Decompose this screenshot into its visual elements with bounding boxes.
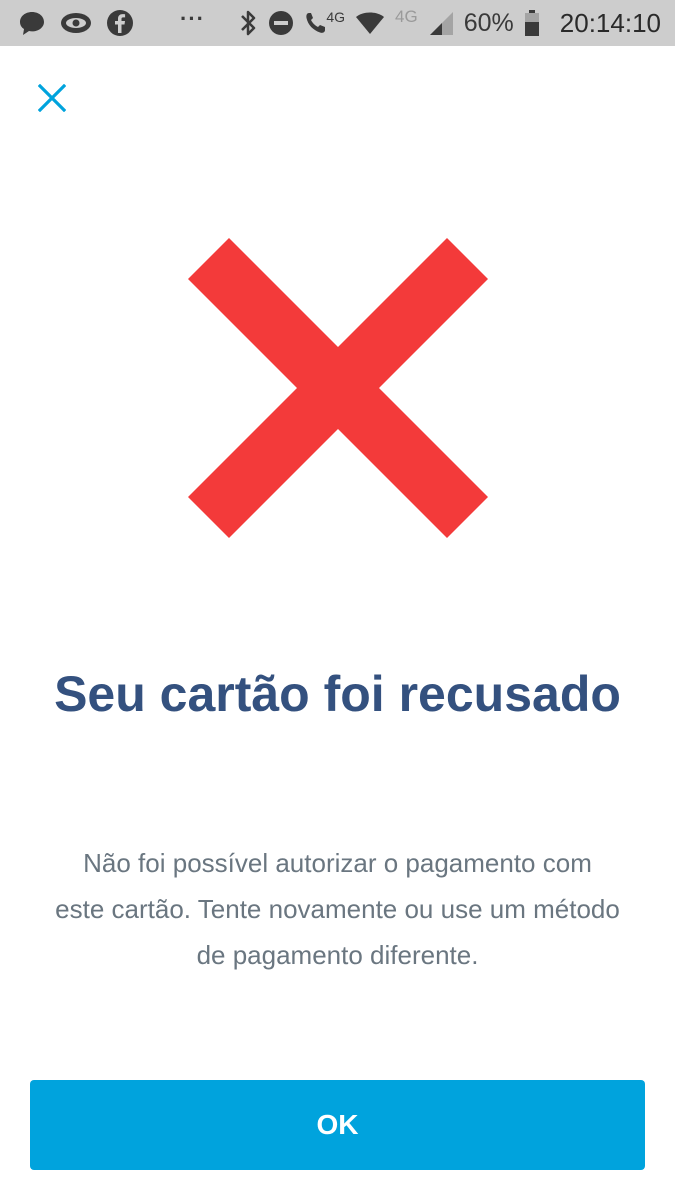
call-4g-indicator: 4G: [304, 9, 346, 35]
status-bar-system: 4G 4G 60% 20:14:10: [238, 0, 661, 46]
call-network-label: 4G: [326, 9, 346, 25]
cellular-signal-icon: [429, 12, 453, 35]
page-title: Seu cartão foi recusado: [54, 666, 621, 722]
do-not-disturb-icon: [269, 11, 294, 35]
network-type-label: 4G: [395, 7, 418, 26]
battery-icon: [524, 10, 539, 36]
error-description: Não foi possível autorizar o pagamento c…: [55, 848, 620, 970]
ok-button[interactable]: OK: [30, 1080, 645, 1170]
chat-bubble-icon: [20, 12, 44, 35]
battery-percentage: 60%: [463, 9, 514, 37]
status-bar: ··· 4G 4G 60% 20:14:10: [0, 0, 675, 46]
close-icon: [38, 84, 66, 112]
overflow-indicator: ···: [180, 6, 205, 31]
clock: 20:14:10: [559, 8, 661, 38]
status-bar-notifications: ···: [18, 0, 205, 46]
error-cross-icon: [188, 238, 488, 538]
bluetooth-icon: [241, 10, 256, 36]
wifi-icon: [356, 12, 385, 34]
eye-icon: [61, 13, 91, 33]
facebook-icon: [107, 10, 133, 36]
close-button[interactable]: [30, 76, 74, 120]
phone-call-icon: [306, 13, 326, 33]
